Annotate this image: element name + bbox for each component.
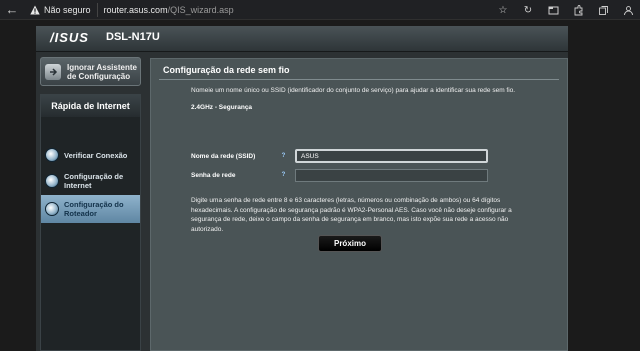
password-label: Senha de rede	[191, 172, 236, 179]
extensions-icon[interactable]	[570, 2, 586, 18]
star-icon[interactable]: ☆	[495, 2, 511, 18]
sidebar-item-label: Verificar Conexão	[64, 150, 128, 160]
address-bar[interactable]: router.asus.com/QIS_wizard.asp	[104, 5, 234, 15]
title-divider	[159, 79, 559, 80]
browser-action-icons: ☆ ↻	[486, 2, 636, 18]
back-arrow-icon[interactable]: ←	[0, 2, 24, 17]
collections-icon[interactable]	[595, 2, 611, 18]
ssid-input[interactable]	[295, 149, 488, 163]
skip-wizard-label: Ignorar Assistente de Configuração	[67, 62, 137, 81]
exit-arrow-icon	[45, 63, 61, 80]
next-button[interactable]: Próximo	[318, 235, 382, 252]
wizard-steps-menu: Rápida de Internet Verificar Conexão Con…	[40, 94, 141, 351]
browser-toolbar: ← Não seguro router.asus.com/QIS_wizard.…	[0, 0, 640, 20]
step-bullet-icon	[45, 202, 59, 216]
tab-icon[interactable]	[545, 2, 561, 18]
url-host: router.asus.com	[103, 4, 168, 15]
ssid-label: Nome da rede (SSID)	[191, 153, 256, 160]
help-icon[interactable]: ?	[280, 153, 287, 160]
help-icon[interactable]: ?	[280, 172, 287, 179]
skip-wizard-button[interactable]: Ignorar Assistente de Configuração	[40, 57, 141, 86]
sidebar-item-label: Configuração do Roteador	[64, 200, 124, 218]
router-header: /ISUS DSL-N17U	[36, 26, 568, 52]
security-description: Digite uma senha de rede entre 8 e 63 ca…	[191, 197, 512, 233]
security-label: Não seguro	[44, 4, 91, 15]
warning-icon	[30, 5, 40, 14]
password-input[interactable]	[295, 169, 488, 182]
intro-text: Nomeie um nome único ou SSID (identifica…	[191, 87, 516, 94]
menu-title: Rápida de Internet	[41, 95, 140, 117]
wireless-setup-panel: Configuração da rede sem fio Nomeie um n…	[150, 58, 568, 351]
band-section-title: 2.4GHz - Segurança	[191, 104, 253, 111]
page-title: Configuração da rede sem fio	[163, 65, 290, 75]
sidebar-item-internet-setup[interactable]: Configuração de Internet	[41, 167, 140, 195]
security-indicator[interactable]: Não seguro	[30, 2, 98, 17]
step-bullet-icon	[45, 148, 59, 162]
model-name: DSL-N17U	[106, 31, 160, 43]
refresh-icon[interactable]: ↻	[520, 2, 536, 18]
step-bullet-icon	[45, 174, 59, 188]
url-path: /QIS_wizard.asp	[167, 4, 234, 15]
sidebar-item-router-setup[interactable]: Configuração do Roteador	[41, 195, 140, 223]
sidebar-item-check-connection[interactable]: Verificar Conexão	[41, 141, 140, 169]
profile-icon[interactable]	[620, 2, 636, 18]
sidebar-item-label: Configuração de Internet	[64, 172, 124, 190]
asus-logo: /ISUS	[50, 30, 89, 45]
router-ui: /ISUS DSL-N17U Ignorar Assistente de Con…	[36, 26, 568, 351]
